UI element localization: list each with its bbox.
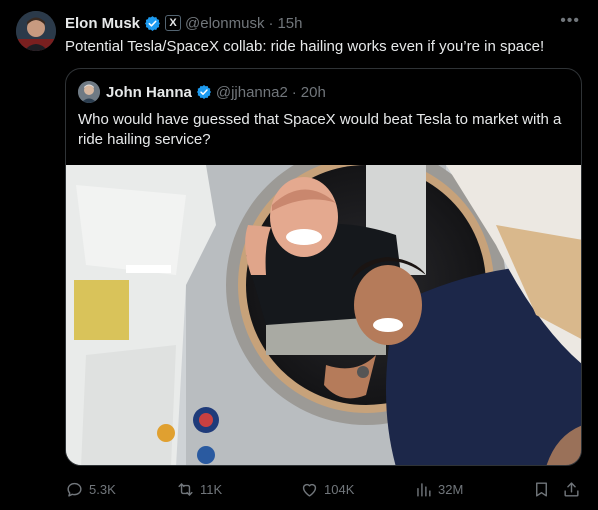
- quote-author-handle[interactable]: @jjhanna2: [216, 84, 288, 101]
- author-name[interactable]: Elon Musk: [65, 15, 140, 32]
- quote-timestamp[interactable]: 20h: [301, 84, 326, 101]
- affiliate-x-badge-icon[interactable]: X: [165, 15, 182, 31]
- repost-icon: [178, 482, 193, 496]
- heart-icon: [302, 483, 317, 497]
- quote-separator-dot: ·: [291, 83, 297, 101]
- reply-icon: [67, 482, 82, 497]
- share-icon: [564, 481, 579, 497]
- view-count: 32M: [438, 481, 464, 497]
- quote-text: Who would have guessed that SpaceX would…: [78, 111, 562, 148]
- quoted-tweet[interactable]: John Hanna @jjhanna2 · 20h Who would hav…: [65, 68, 582, 466]
- repost-button[interactable]: 11K: [176, 475, 222, 503]
- reply-count: 5.3K: [89, 481, 116, 497]
- tweet-text: Potential Tesla/SpaceX collab: ride hail…: [65, 38, 545, 55]
- separator-dot: ·: [268, 14, 274, 32]
- like-count: 104K: [324, 481, 355, 497]
- quote-author-name[interactable]: John Hanna: [106, 84, 192, 101]
- tweet-action-bar: 5.3K 11K 104K 32M: [65, 475, 582, 503]
- quote-verified-badge-icon: [196, 85, 211, 99]
- quote-author-avatar[interactable]: [78, 81, 100, 103]
- quote-header: John Hanna @jjhanna2 · 20h: [106, 82, 326, 102]
- more-options-icon[interactable]: •••: [560, 12, 580, 30]
- author-avatar[interactable]: [16, 11, 56, 51]
- reply-button[interactable]: 5.3K: [65, 475, 116, 503]
- verified-badge-icon: [145, 15, 160, 31]
- analytics-icon: [417, 482, 431, 497]
- share-button[interactable]: [562, 475, 586, 503]
- author-handle[interactable]: @elonmusk: [185, 15, 264, 32]
- tweet-timestamp[interactable]: 15h: [277, 15, 302, 32]
- like-button[interactable]: 104K: [300, 475, 354, 503]
- bookmark-button[interactable]: [532, 475, 556, 503]
- views-button[interactable]: 32M: [414, 475, 463, 503]
- repost-count: 11K: [200, 481, 223, 497]
- quote-photo[interactable]: [66, 165, 581, 465]
- tweet-header: Elon Musk X @elonmusk · 15h: [65, 12, 302, 34]
- bookmark-icon: [536, 481, 547, 497]
